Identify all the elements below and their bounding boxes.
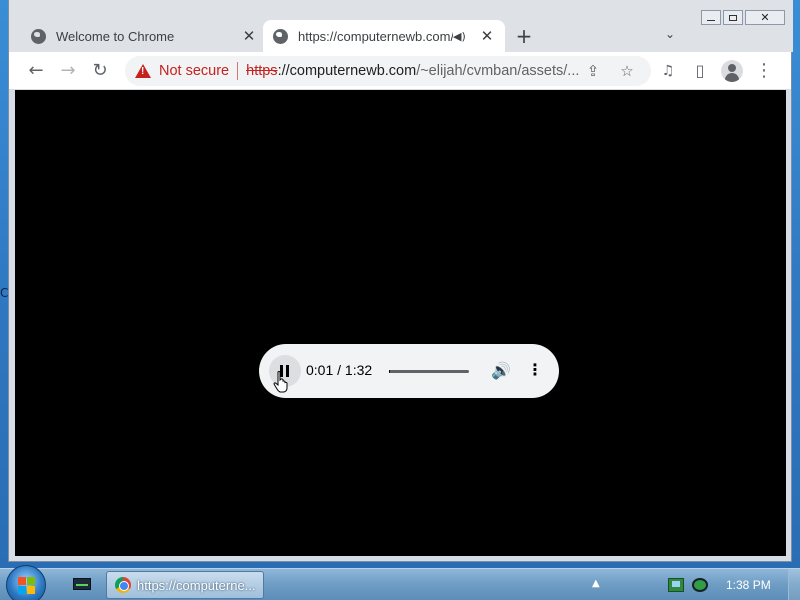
start-button[interactable] [6,565,46,600]
more-options-icon[interactable]: ⋮ [527,360,543,380]
side-panel-icon[interactable]: ▯ [689,60,711,82]
tab-computernewb[interactable]: https://computernewb.com/ ◀) ✕ [263,20,505,52]
warning-icon[interactable] [135,64,151,78]
chrome-window: Welcome to Chrome ✕ https://computernewb… [8,0,793,562]
show-desktop-button[interactable] [788,569,800,600]
profile-avatar-icon[interactable] [721,60,743,82]
forward-icon[interactable]: → [57,60,79,82]
seek-progress [389,370,390,373]
time-display: 0:01 / 1:32 [306,362,373,378]
tab-title: https://computernewb.com/ [298,28,453,44]
close-window-button[interactable]: ✕ [745,10,785,25]
close-tab-icon[interactable]: ✕ [479,27,495,45]
tray-expand-icon[interactable]: ▲ [592,578,600,589]
page-content: 0:01 / 1:32 🔊 ⋮ [15,90,786,556]
tab-audio-icon[interactable]: ◀) [453,30,471,43]
network-icon[interactable] [668,578,684,592]
reload-icon[interactable]: ↻ [89,60,111,82]
taskbar-chrome-button[interactable]: https://computerne... [106,571,264,599]
chrome-icon [115,577,131,593]
tab-search-icon[interactable]: ⌄ [661,27,679,45]
minimize-button[interactable] [701,10,721,25]
window-controls: ✕ [701,10,785,25]
divider [237,62,239,80]
back-icon[interactable]: ← [25,60,47,82]
security-label[interactable]: Not secure [159,63,229,79]
new-tab-button[interactable]: + [513,25,535,47]
tab-title: Welcome to Chrome [56,28,175,44]
security-center-icon[interactable] [692,578,708,592]
globe-icon [31,28,46,44]
media-controls-icon[interactable]: ♫ [657,60,679,82]
show-desktop-shortcut-icon[interactable] [70,573,94,597]
tab-welcome[interactable]: Welcome to Chrome ✕ [21,20,267,52]
globe-icon [273,28,288,44]
close-tab-icon[interactable]: ✕ [241,27,257,45]
menu-icon[interactable]: ⋮ [753,60,775,82]
taskbar-app-title: https://computerne... [137,577,256,593]
hand-cursor-icon [273,371,288,393]
volume-icon[interactable]: 🔊 [491,361,511,381]
bookmark-star-icon[interactable]: ☆ [617,62,637,80]
url-text[interactable]: https://computernewb.com/~elijah/cvmban/… [246,63,583,79]
maximize-button[interactable] [723,10,743,25]
clock[interactable]: 1:38 PM [726,578,771,592]
seek-slider[interactable] [389,370,469,373]
taskbar: https://computerne... ▲ 1:38 PM [0,565,800,600]
windows-logo-icon [18,577,36,595]
tab-strip: Welcome to Chrome ✕ https://computernewb… [9,0,793,52]
share-icon[interactable]: ⇪ [583,62,603,80]
audio-player: 0:01 / 1:32 🔊 ⋮ [259,344,559,398]
browser-toolbar: ← → ↻ Not secure https://computernewb.co… [9,52,791,90]
address-bar[interactable]: Not secure https://computernewb.com/~eli… [125,56,651,86]
